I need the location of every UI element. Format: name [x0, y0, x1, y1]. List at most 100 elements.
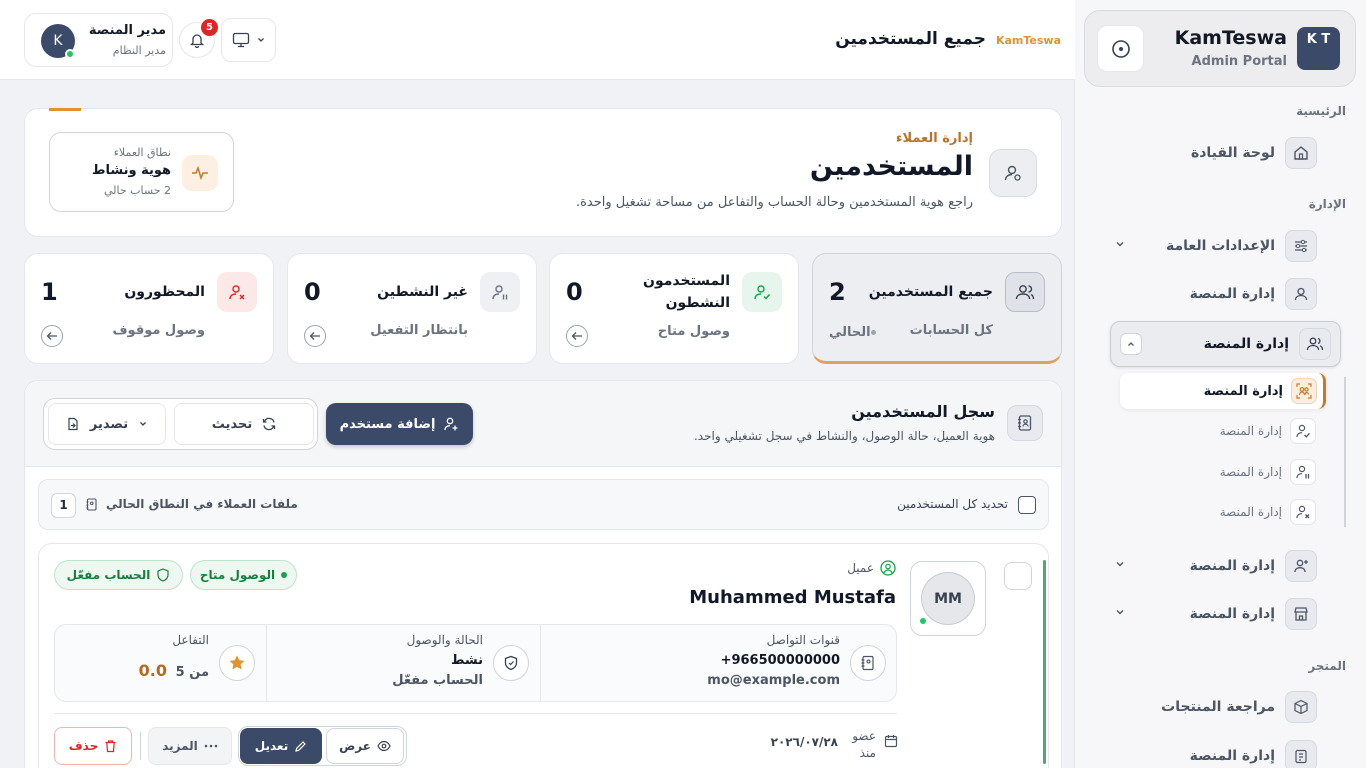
arrow-left-icon [46, 332, 57, 340]
contact-email[interactable]: mo@example.com [707, 673, 840, 688]
sidebar-item-platform-3[interactable]: إدارة المنصة [1110, 544, 1350, 588]
chevron-down-icon [257, 38, 264, 42]
stat-open-button[interactable] [304, 325, 326, 347]
stat-sub: وصول موقوف [112, 323, 205, 338]
shield-icon [157, 568, 169, 582]
stat-title: المحظورون [124, 284, 205, 300]
add-user-button[interactable]: إضافة مستخدم [326, 403, 473, 445]
scope-sub: 2 حساب حالي [104, 184, 171, 197]
user-select-checkbox[interactable] [1004, 562, 1032, 590]
action-separator [140, 732, 141, 760]
status-badge-account: الحساب مفعّل [54, 560, 183, 590]
notifications-button[interactable]: 5 [179, 19, 218, 58]
user-name: Muhammed Mustafa [689, 587, 896, 608]
export-button[interactable]: تصدير [48, 403, 166, 445]
engagement-sub: من 5 [175, 665, 209, 680]
box-icon [1285, 691, 1317, 723]
shield-check-icon [493, 645, 529, 681]
sidebar-item-label: إدارة المنصة [1203, 336, 1289, 352]
stat-sub: بانتظار التفعيل [370, 323, 468, 338]
contact-channels: قنوات التواصل +966500000000 mo@example.c… [540, 625, 896, 701]
user-menu[interactable]: K مدير المنصة مدير النظام [24, 13, 173, 67]
arrow-left-icon [309, 332, 320, 340]
sidebar-item-platform-5[interactable]: إدارة المنصة [1110, 734, 1350, 768]
notification-count-badge: 5 [201, 19, 218, 36]
engagement: التفاعل 0.0 من 5 [54, 625, 265, 701]
scope-card: نطاق العملاء هوية ونشاط 2 حساب حالي [49, 132, 234, 212]
activity-icon [182, 155, 218, 191]
status-access: الحالة والوصول نشط الحساب مفعّل [266, 625, 539, 701]
subitem-label: إدارة المنصة [1219, 505, 1282, 519]
brand-subtitle: Admin Portal [1191, 54, 1287, 69]
edit-button[interactable]: تعديل [240, 728, 322, 764]
avatar: K [41, 24, 75, 59]
subitem-label: إدارة المنصة [1219, 424, 1282, 438]
stat-open-button[interactable] [41, 325, 63, 347]
user-info-box: قنوات التواصل +966500000000 mo@example.c… [54, 624, 897, 702]
brand-card: K T KamTeswa Admin Portal [1084, 10, 1356, 87]
stat-card-active-users[interactable]: المستخدمون النشطون 0 وصول متاح [549, 253, 799, 364]
brand-logo: K T [1297, 27, 1340, 70]
subitem-label: إدارة المنصة [1203, 383, 1283, 399]
sidebar-item-platform-users[interactable]: إدارة المنصة [1110, 321, 1341, 367]
sidebar-item-platform-4[interactable]: إدارة المنصة [1110, 592, 1350, 636]
stat-value: 1 [41, 278, 58, 306]
subitem-label: إدارة المنصة [1219, 465, 1282, 479]
engagement-label: التفاعل [172, 633, 209, 647]
sidebar-item-dashboard[interactable]: لوحة القيادة [1110, 131, 1350, 175]
online-status-dot [65, 49, 75, 59]
display-mode-button[interactable] [221, 18, 276, 62]
users-scan-icon [1291, 378, 1317, 404]
view-button[interactable]: عرض [326, 728, 404, 764]
user-avatar: MM [910, 561, 986, 636]
status-value: نشط [450, 653, 483, 668]
contact-phone[interactable]: +966500000000 [721, 653, 840, 668]
result-count: 1 [51, 493, 76, 518]
user-plus-icon [1285, 550, 1317, 582]
chevron-down-icon [140, 422, 147, 426]
page-title: جميع المستخدمين [835, 29, 986, 49]
sidebar-toggle-button[interactable] [1097, 25, 1144, 72]
scope-info: ملفات العملاء في النطاق الحالي [85, 497, 298, 511]
sidebar-item-platform-1[interactable]: إدارة المنصة [1110, 272, 1350, 316]
stat-value: 0 [304, 278, 321, 306]
hero-accent [49, 108, 81, 111]
subitem-inactive-users[interactable]: إدارة المنصة [1132, 454, 1332, 490]
sidebar-item-product-review[interactable]: مراجعة المنتجات [1110, 685, 1350, 729]
status-label: الحالة والوصول [406, 633, 483, 647]
refresh-icon [263, 417, 276, 431]
user-circle-icon [880, 560, 896, 576]
target-icon [1111, 39, 1130, 58]
user-x-icon [1290, 499, 1316, 525]
trash-icon [105, 740, 116, 753]
stat-card-all-users[interactable]: جميع المستخدمين 2 كل الحسابات الحالي [812, 253, 1062, 364]
sidebar-item-label: إدارة المنصة [1189, 606, 1275, 622]
brand-name: KamTeswa [1174, 27, 1287, 49]
contacts-icon [86, 497, 97, 511]
select-all-checkbox[interactable] [1018, 496, 1036, 514]
user-name: مدير المنصة [88, 23, 166, 38]
pencil-icon [295, 740, 307, 752]
user-x-icon [217, 272, 257, 312]
users-registry-panel: سجل المستخدمين هوية العميل، حالة الوصول،… [24, 380, 1062, 768]
stat-card-banned-users[interactable]: المحظورون 1 وصول موقوف [24, 253, 274, 364]
stat-open-button[interactable] [566, 325, 588, 347]
page-hero: إدارة العملاء المستخدمين راجع هوية المست… [24, 108, 1062, 237]
sidebar-item-label: إدارة المنصة [1189, 286, 1275, 302]
contact-label: قنوات التواصل [766, 633, 840, 647]
chevron-up-icon [1128, 342, 1134, 346]
scope-info-label: ملفات العملاء في النطاق الحالي [106, 497, 298, 511]
users-icon [1005, 272, 1045, 312]
refresh-button[interactable]: تحديث [174, 403, 314, 445]
delete-button[interactable]: حذف [54, 727, 132, 765]
sidebar-item-general-settings[interactable]: الإعدادات العامة [1110, 224, 1350, 268]
registry-header: سجل المستخدمين هوية العميل، حالة الوصول،… [25, 381, 1061, 467]
subitem-banned-users[interactable]: إدارة المنصة [1132, 494, 1332, 530]
collapse-button[interactable] [1120, 333, 1142, 355]
sidebar-item-label: مراجعة المنتجات [1161, 699, 1275, 715]
subitem-all-users[interactable]: إدارة المنصة [1120, 373, 1326, 409]
stat-card-inactive-users[interactable]: غير النشطين 0 بانتظار التفعيل [287, 253, 537, 364]
user-pause-icon [1290, 459, 1316, 485]
subitem-active-users[interactable]: إدارة المنصة [1132, 413, 1332, 449]
more-button[interactable]: المزيد [148, 727, 232, 765]
